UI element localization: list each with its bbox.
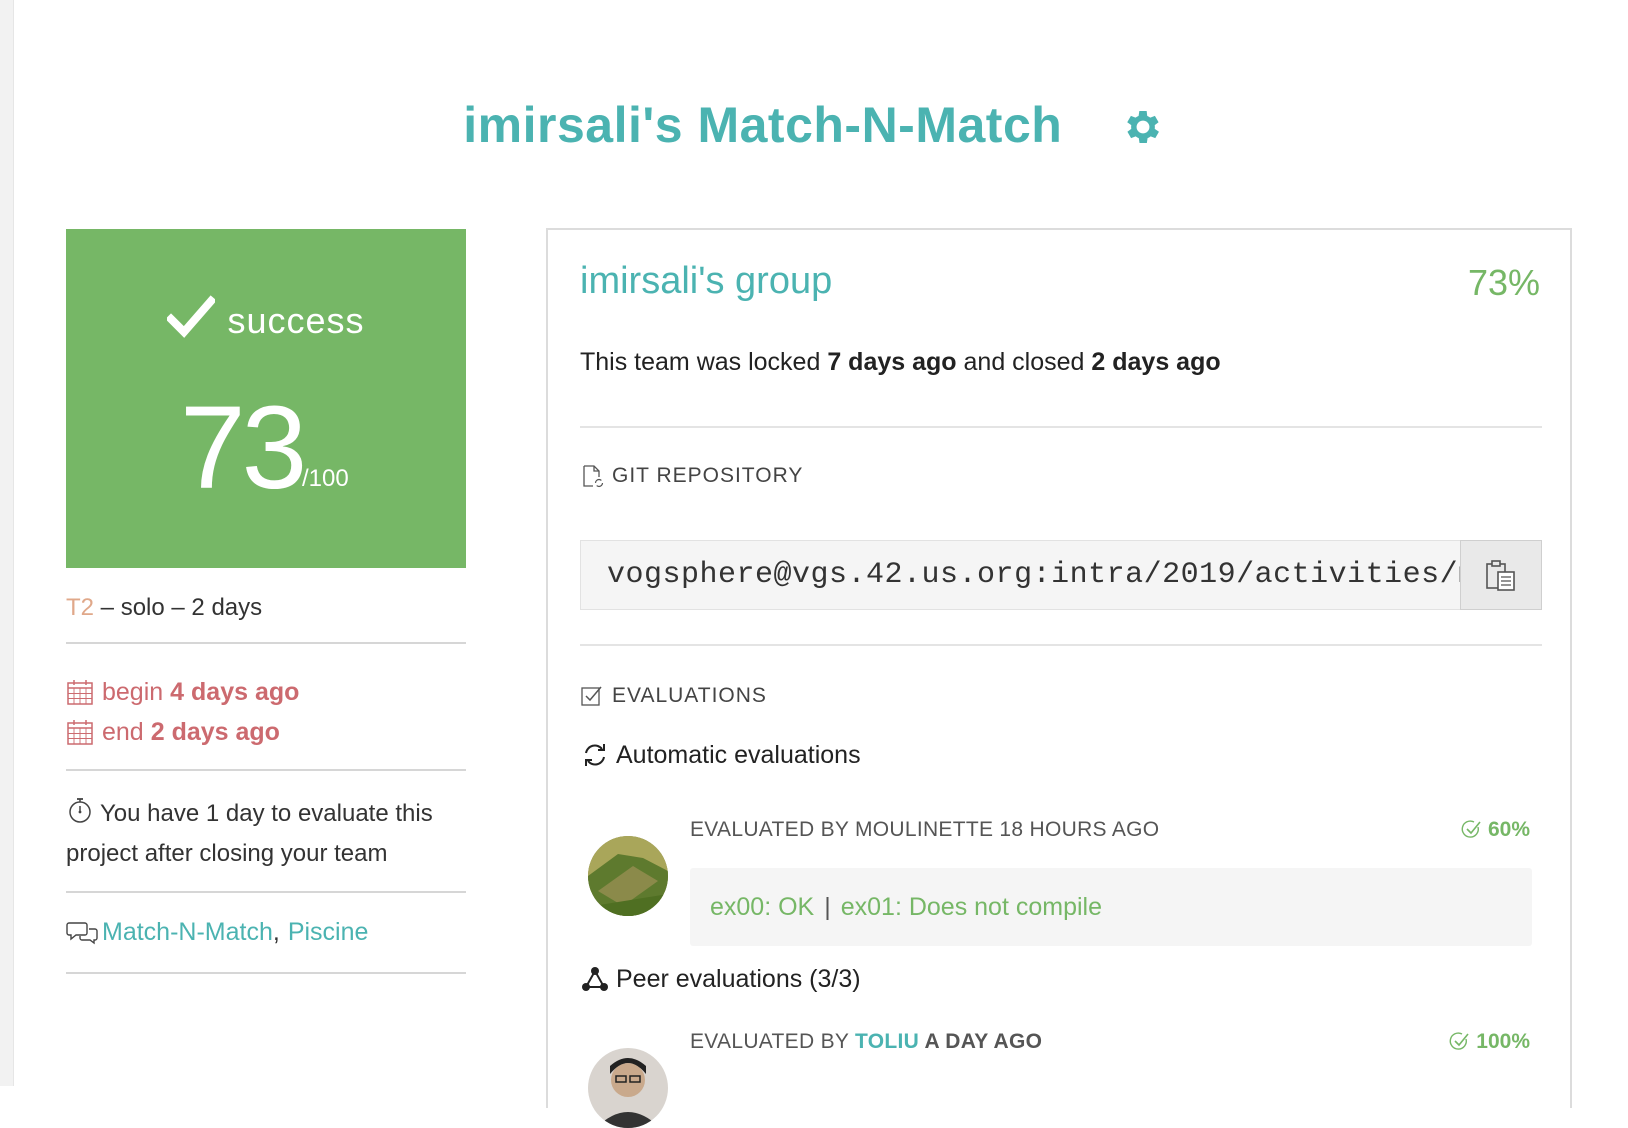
divider	[66, 972, 466, 974]
chat-bubbles-icon	[66, 921, 98, 944]
result-fail: ex01: Does not compile	[840, 892, 1102, 921]
automatic-score: 60%	[1460, 818, 1530, 842]
refresh-icon	[585, 744, 605, 766]
result-ok: ex00: OK	[710, 892, 815, 921]
evaluation-note-text: You have 1 day to evaluate this project …	[66, 800, 433, 867]
begin-label: begin	[102, 677, 164, 706]
project-meta: T2 – solo – 2 days	[66, 594, 262, 622]
file-sync-icon	[583, 465, 604, 488]
divider	[66, 642, 466, 644]
closed-prefix: and closed	[956, 348, 1092, 376]
checkbox-icon	[581, 686, 602, 706]
closed-value: 2 days ago	[1091, 348, 1221, 376]
project-duration: 2 days	[191, 594, 263, 621]
score-status-label: success	[227, 300, 365, 341]
project-link[interactable]: Match-N-Match	[102, 918, 273, 947]
end-label: end	[102, 717, 144, 746]
project-links: Match-N-Match, Piscine	[66, 918, 368, 947]
locked-value: 7 days ago	[827, 348, 957, 376]
automatic-result: ex00: OK | ex01: Does not compile	[690, 868, 1532, 946]
evaluations-heading: EVALUATIONS	[580, 684, 767, 708]
git-repository-field	[580, 540, 1542, 610]
automatic-score-value: 60%	[1487, 818, 1530, 841]
result-separator: |	[824, 892, 831, 921]
network-icon	[582, 967, 608, 991]
evaluations-heading-label: EVALUATIONS	[612, 684, 767, 707]
group-percent: 73%	[1467, 262, 1540, 303]
score-status: success	[66, 295, 466, 342]
clipboard-icon	[1486, 560, 1515, 591]
page-title-text: imirsali's Match-N-Match	[463, 96, 1063, 153]
peer-evaluator: EVALUATED BY TOLIU A DAY AGO	[690, 1030, 1042, 1054]
begin-date: begin 4 days ago	[66, 672, 299, 712]
calendar-icon	[67, 720, 93, 745]
end-date: end 2 days ago	[66, 712, 299, 752]
project-dates: begin 4 days ago end 2 days ago	[66, 672, 299, 752]
automatic-heading-label: Automatic evaluations	[616, 740, 861, 769]
divider	[580, 644, 1542, 646]
evaluation-deadline-note: You have 1 day to evaluate this project …	[66, 794, 466, 874]
peer-heading-label: Peer evaluations (3/3)	[616, 964, 861, 993]
copy-button[interactable]	[1460, 540, 1542, 610]
git-repository-heading: GIT REPOSITORY	[580, 464, 803, 488]
score-max: /100	[302, 465, 349, 492]
link-separator: ,	[272, 918, 280, 946]
gear-icon[interactable]	[1121, 103, 1165, 147]
score-value: 73	[180, 382, 307, 514]
divider	[66, 891, 466, 893]
peer-when: A DAY AGO	[919, 1030, 1043, 1053]
automatic-evaluator: EVALUATED BY MOULINETTE 18 HOURS AGO	[690, 818, 1160, 841]
project-tier: T2	[66, 594, 95, 621]
begin-value: 4 days ago	[170, 677, 300, 706]
calendar-icon	[67, 680, 93, 705]
project-mode: – solo –	[94, 594, 192, 621]
cursus-link[interactable]: Piscine	[288, 918, 369, 947]
stopwatch-icon	[69, 798, 91, 823]
moulinette-avatar	[588, 836, 668, 916]
automatic-evaluations-heading: Automatic evaluations	[580, 740, 861, 770]
locked-prefix: This team was locked	[580, 348, 828, 376]
divider	[66, 769, 466, 771]
team-panel: imirsali's group 73% This team was locke…	[546, 228, 1572, 1128]
peer-score-value: 100%	[1476, 1030, 1530, 1053]
git-url-input[interactable]	[581, 541, 1460, 609]
left-rail	[0, 0, 14, 1086]
peer-score: 100%	[1448, 1030, 1530, 1054]
check-circle-icon	[1461, 820, 1481, 838]
group-title: imirsali's group	[580, 260, 833, 302]
check-circle-icon	[1449, 1032, 1469, 1050]
peer-avatar	[588, 1048, 668, 1128]
checkmark-icon	[165, 295, 218, 338]
score-card: success 73 /100	[66, 229, 466, 568]
page-title: imirsali's Match-N-Match	[0, 92, 1628, 154]
divider	[580, 426, 1542, 428]
peer-login-link[interactable]: TOLIU	[855, 1030, 919, 1053]
git-heading-label: GIT REPOSITORY	[612, 464, 804, 487]
peer-evaluations-heading: Peer evaluations (3/3)	[580, 964, 861, 994]
peer-prefix: EVALUATED BY	[690, 1030, 855, 1053]
team-status: This team was locked 7 days ago and clos…	[580, 348, 1221, 377]
end-value: 2 days ago	[150, 717, 280, 746]
